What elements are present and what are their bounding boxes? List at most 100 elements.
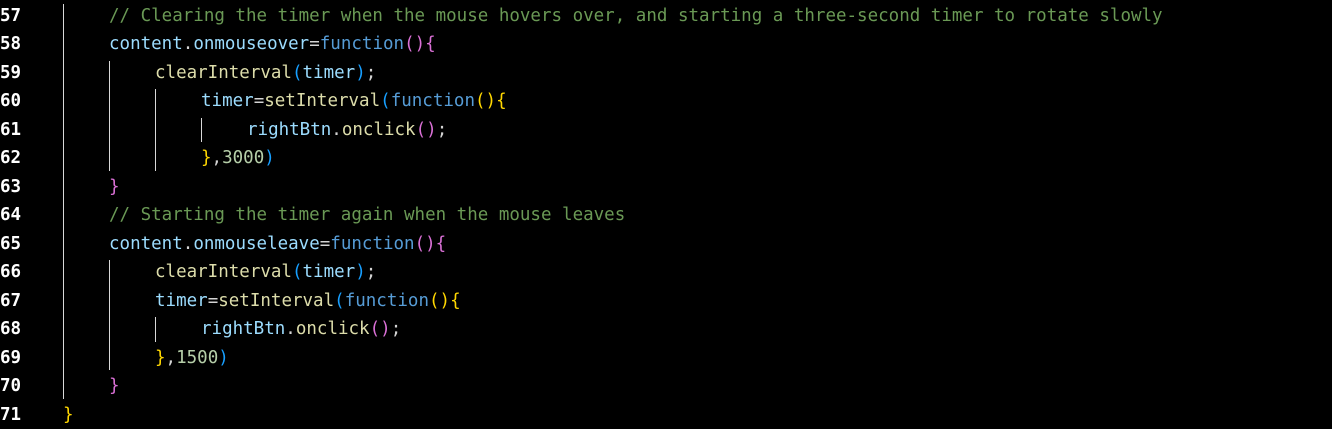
code-token: setInterval [218,291,334,311]
line-number: 60 [0,87,40,116]
code-token: , [166,348,177,368]
code-token: 3000 [222,148,264,168]
code-token: , [212,148,223,168]
code-text: // Starting the timer again when the mou… [109,201,625,230]
code-text: } [63,401,74,429]
code-token: = [208,291,219,311]
code-text: timer=setInterval(function(){ [201,87,507,116]
code-text: rightBtn.onclick(); [201,315,401,344]
code-token: = [320,234,331,254]
code-editor[interactable]: 57 // Clearing the timer when the mouse h… [0,0,1332,424]
line-number: 66 [0,258,40,287]
line-number: 65 [0,230,40,259]
code-token: () [475,91,496,111]
code-line: 61 rightBtn.onclick(); [0,116,1332,145]
code-line: 59 clearInterval(timer); [0,59,1332,88]
code-token: onmouseleave [193,234,319,254]
code-line: 69 },1500) [0,344,1332,373]
code-text: },1500) [155,344,229,373]
line-number: 63 [0,173,40,202]
code-text: },3000) [201,144,275,173]
code-token: timer [303,262,356,282]
line-number: 68 [0,315,40,344]
code-token: () [370,319,391,339]
code-text: timer=setInterval(function(){ [155,287,461,316]
line-number: 71 [0,401,40,429]
code-token: } [109,177,120,197]
code-token: ( [292,262,303,282]
code-line: 60 timer=setInterval(function(){ [0,87,1332,116]
line-number: 69 [0,344,40,373]
code-token: = [254,91,265,111]
code-text: content.onmouseleave=function(){ [109,230,446,259]
code-token: timer [303,63,356,83]
code-line: 57 // Clearing the timer when the mouse h… [0,2,1332,31]
code-token: onclick [342,120,416,140]
code-token: rightBtn [247,120,331,140]
code-token: () [415,234,436,254]
code-token: rightBtn [201,319,285,339]
code-token: ; [391,319,402,339]
code-token: setInterval [264,91,380,111]
line-number: 62 [0,144,40,173]
code-token: { [425,34,436,54]
code-token: clearInterval [155,262,292,282]
code-text: clearInterval(timer); [155,59,376,88]
code-line: 70} [0,372,1332,401]
code-token: . [285,319,296,339]
code-line: 58 content.onmouseover=function(){ [0,30,1332,59]
code-token: . [331,120,342,140]
code-text: } [109,372,120,401]
code-token: // Clearing the timer when the mouse hov… [109,6,1163,26]
code-line: 65 content.onmouseleave=function(){ [0,230,1332,259]
line-number: 70 [0,372,40,401]
code-token: . [183,34,194,54]
code-token: ( [292,63,303,83]
code-text: } [109,173,120,202]
code-token: function [391,91,475,111]
line-number: 57 [0,2,40,31]
code-token: = [309,34,320,54]
code-line: 64 // Starting the timer again when the m… [0,201,1332,230]
code-token: () [429,291,450,311]
code-token: onmouseover [193,34,309,54]
code-token: content [109,234,183,254]
code-token: { [496,91,507,111]
code-token: function [345,291,429,311]
code-token: } [109,376,120,396]
code-text: // Clearing the timer when the mouse hov… [109,2,1163,31]
code-text: rightBtn.onclick(); [247,116,447,145]
code-token: function [320,34,404,54]
code-line: 66 clearInterval(timer); [0,258,1332,287]
code-token: { [436,234,447,254]
code-token: 1500 [176,348,218,368]
code-token: function [330,234,414,254]
code-token: timer [155,291,208,311]
code-line: 63} [0,173,1332,202]
code-token: . [183,234,194,254]
code-token: content [109,34,183,54]
code-line: 71} [0,401,1332,429]
line-number: 58 [0,30,40,59]
code-token: () [404,34,425,54]
code-token: ) [355,63,366,83]
line-number: 61 [0,116,40,145]
code-token: ( [380,91,391,111]
code-token: ) [218,348,229,368]
line-number: 59 [0,59,40,88]
line-number: 64 [0,201,40,230]
code-token: ; [437,120,448,140]
code-token: ( [334,291,345,311]
code-line: 62},3000) [0,144,1332,173]
line-number: 67 [0,287,40,316]
code-token: ) [264,148,275,168]
code-token: } [63,405,74,425]
code-token: ) [355,262,366,282]
code-token: ; [366,63,377,83]
code-token: } [201,148,212,168]
code-token: timer [201,91,254,111]
code-token: { [450,291,461,311]
code-text: clearInterval(timer); [155,258,376,287]
code-text: content.onmouseover=function(){ [109,30,436,59]
code-token: ; [366,262,377,282]
